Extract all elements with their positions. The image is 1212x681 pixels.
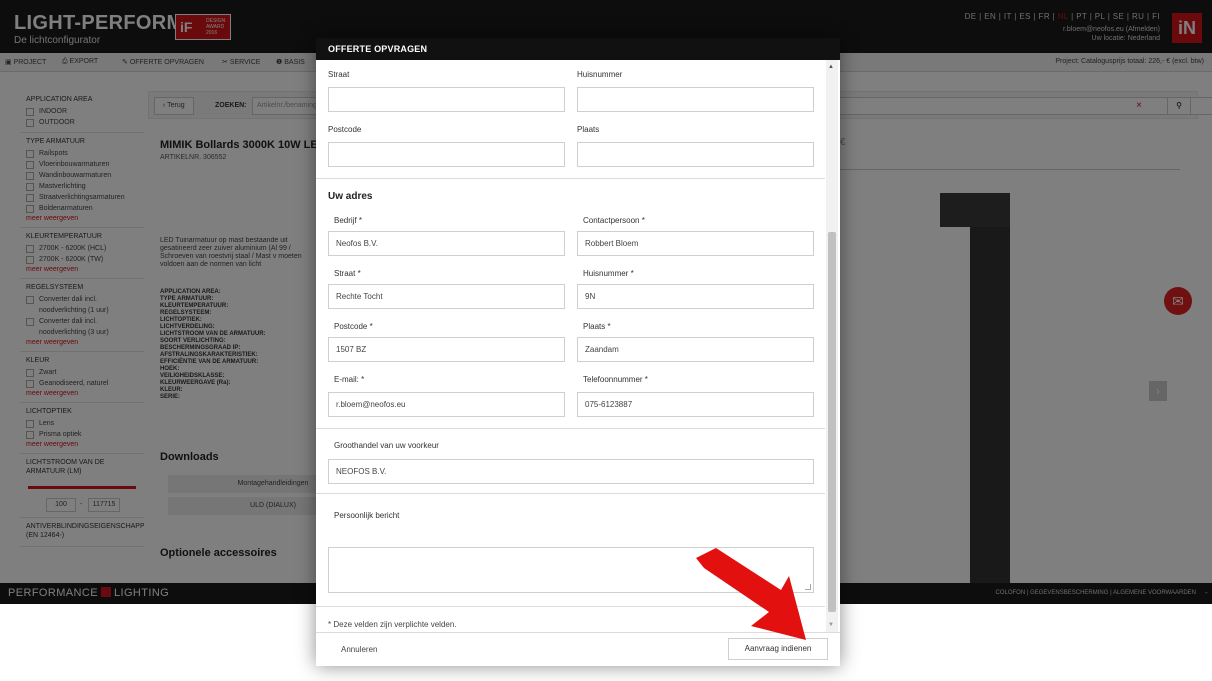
phone-label: Telefoonnummer * [583,375,648,384]
required-fields-note: * Deze velden zijn verplichte velden. [328,620,457,629]
scroll-down-icon[interactable]: ▼ [828,622,834,628]
dialog-scrollbar[interactable]: ▲ ▼ [826,60,838,632]
delivery-street-input[interactable] [328,87,565,112]
city-label: Plaats * [583,322,611,331]
scrollbar-thumb[interactable] [828,232,836,612]
divider [316,493,825,494]
email-label: E-mail: * [334,375,365,384]
arrow-shape [696,548,806,640]
divider [316,178,825,179]
wholesaler-label: Groothandel van uw voorkeur [334,441,439,450]
company-label: Bedrijf * [334,216,363,225]
house-number-input[interactable]: 9N [577,284,814,309]
cancel-button[interactable]: Annuleren [341,645,377,654]
edge-mark: - [1205,588,1208,597]
city-input[interactable]: Zaandam [577,337,814,362]
company-input[interactable]: Neofos B.V. [328,231,565,256]
delivery-street-label: Straat [328,70,350,79]
delivery-postcode-input[interactable] [328,142,565,167]
red-arrow-annotation-icon [696,548,806,640]
message-label: Persoonlijk bericht [334,511,400,520]
divider [316,428,825,429]
wholesaler-input[interactable]: NEOFOS B.V. [328,459,814,484]
postcode-label: Postcode * [334,322,373,331]
address-heading: Uw adres [328,191,373,202]
delivery-number-label: Huisnummer [577,70,623,79]
contact-input[interactable]: Robbert Bloem [577,231,814,256]
house-number-label: Huisnummer * [583,269,634,278]
email-field[interactable]: r.bloem@neofos.eu [328,392,565,417]
delivery-city-input[interactable] [577,142,814,167]
street-input[interactable]: Rechte Tocht [328,284,565,309]
delivery-number-input[interactable] [577,87,814,112]
scroll-up-icon[interactable]: ▲ [828,64,834,70]
contact-label: Contactpersoon * [583,216,645,225]
dialog-title: OFFERTE OPVRAGEN [316,38,840,60]
street-label: Straat * [334,269,361,278]
postcode-input[interactable]: 1507 BZ [328,337,565,362]
delivery-postcode-label: Postcode [328,125,362,134]
delivery-city-label: Plaats [577,125,600,134]
phone-field[interactable]: 075-6123887 [577,392,814,417]
dialog-body: Straat Huisnummer Postcode Plaats Uw adr… [316,60,840,632]
